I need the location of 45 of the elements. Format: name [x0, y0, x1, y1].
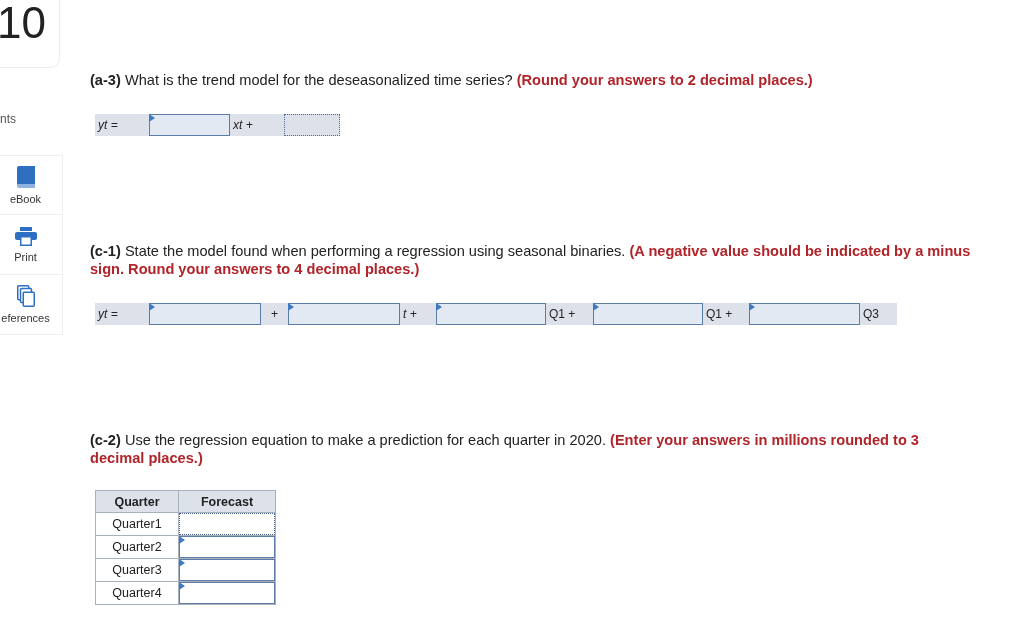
triangle-icon: [149, 303, 155, 311]
equation-term: Q1 +: [705, 306, 734, 323]
equation-term: Q3: [862, 306, 880, 323]
triangle-icon: [179, 559, 185, 567]
equation-term: Q1 +: [548, 306, 577, 323]
question-prompt: (c-2) Use the regression equation to make a prediction for each quarter in 2020. (Enter your answers in millions rounded to 3 decimal places.): [90, 431, 920, 467]
triangle-icon: [436, 303, 442, 311]
triangle-icon: [179, 582, 185, 590]
answer-field[interactable]: [436, 303, 546, 325]
triangle-icon: [179, 536, 185, 544]
table-cell: Quarter1: [95, 512, 179, 536]
answer-field[interactable]: [288, 303, 400, 325]
answer-field[interactable]: [179, 582, 275, 604]
question-prompt: (a-3) What is the trend model for the deseasonalized time series? (Round your answers to 2 decimal places.): [90, 71, 814, 89]
answer-field[interactable]: [149, 114, 230, 136]
points-label: nts: [0, 112, 16, 126]
column-header: Quarter: [95, 490, 179, 513]
book-icon: [16, 165, 35, 188]
question-number: 10: [0, 0, 60, 68]
answer-field[interactable]: [179, 559, 275, 581]
table-cell: Quarter3: [95, 558, 179, 582]
equation-term: t +: [402, 306, 418, 323]
equation-term: yt =: [96, 117, 119, 134]
triangle-icon: [288, 303, 294, 311]
equation-term: xt +: [232, 117, 254, 134]
documents-icon: [16, 285, 35, 307]
printer-icon: [14, 226, 37, 246]
equation-term: +: [270, 306, 279, 323]
answer-field[interactable]: [149, 303, 261, 325]
answer-field[interactable]: [593, 303, 703, 325]
column-header: Forecast: [178, 490, 276, 513]
triangle-icon: [149, 114, 155, 122]
question-prompt: (c-1) State the model found when performing a regression using seasonal binaries. (A negative value should be indicated by a minus sign. Round your answers to 4 decimal places.): [90, 242, 972, 278]
answer-field[interactable]: [749, 303, 860, 325]
references-button[interactable]: eferences: [0, 275, 63, 335]
answer-field[interactable]: [179, 513, 275, 535]
table-cell: Quarter4: [95, 581, 179, 605]
ebook-button[interactable]: eBook: [0, 155, 63, 215]
print-button[interactable]: Print: [0, 215, 63, 275]
triangle-icon: [749, 303, 755, 311]
answer-field[interactable]: [284, 114, 340, 136]
answer-field[interactable]: [179, 536, 275, 558]
table-cell: Quarter2: [95, 535, 179, 559]
equation-term: yt =: [96, 306, 119, 323]
triangle-icon: [593, 303, 599, 311]
